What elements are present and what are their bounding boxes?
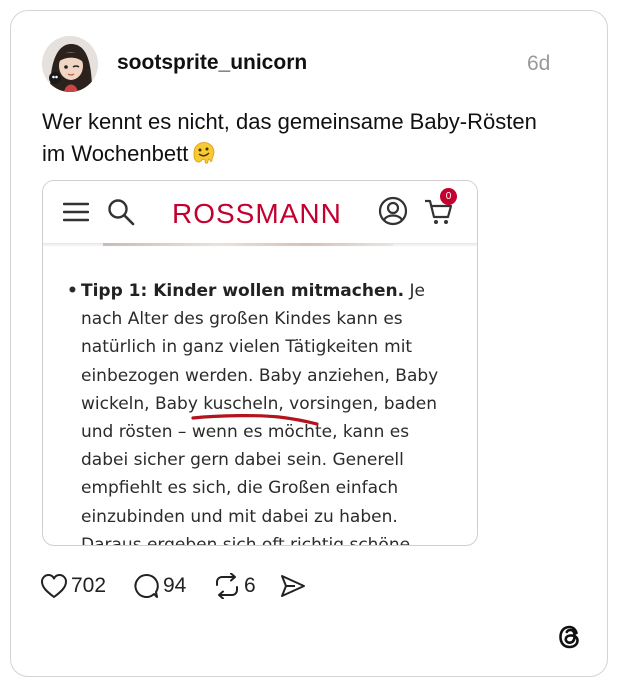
bullet: • xyxy=(67,281,78,301)
post-timestamp: 6d xyxy=(527,52,551,75)
post-text: Wer kennt es nicht, das gemeinsame Baby-… xyxy=(42,106,562,170)
share-icon xyxy=(280,574,306,603)
repost-count: 6 xyxy=(244,574,256,597)
like-count: 702 xyxy=(71,574,107,597)
account-icon[interactable] xyxy=(378,196,408,231)
article-heading: Tipp 1: Kinder wollen mitmachen. xyxy=(81,281,405,301)
article-image-edge xyxy=(103,243,393,246)
menu-icon[interactable] xyxy=(62,202,90,227)
heart-icon xyxy=(40,573,68,604)
melting-face-emoji-icon xyxy=(192,141,216,165)
avatar[interactable] xyxy=(42,36,98,92)
username[interactable]: sootsprite_unicorn xyxy=(117,51,307,75)
comment-count: 94 xyxy=(163,574,187,597)
rossmann-header: ROSSMANN 0 xyxy=(43,181,477,247)
threads-logo-icon[interactable] xyxy=(557,622,583,652)
post-text-content: Wer kennt es nicht, das gemeinsame Baby-… xyxy=(42,109,537,166)
comment-icon xyxy=(133,573,159,604)
search-icon[interactable] xyxy=(107,198,135,231)
red-underline-annotation xyxy=(191,412,321,431)
rossmann-logo[interactable]: ROSSMANN xyxy=(172,198,342,230)
repost-icon xyxy=(213,572,241,604)
post-image-screenshot[interactable]: ROSSMANN 0 • Tipp 1: Kinder wollen mitma… xyxy=(42,180,478,546)
cart-badge: 0 xyxy=(440,188,457,205)
